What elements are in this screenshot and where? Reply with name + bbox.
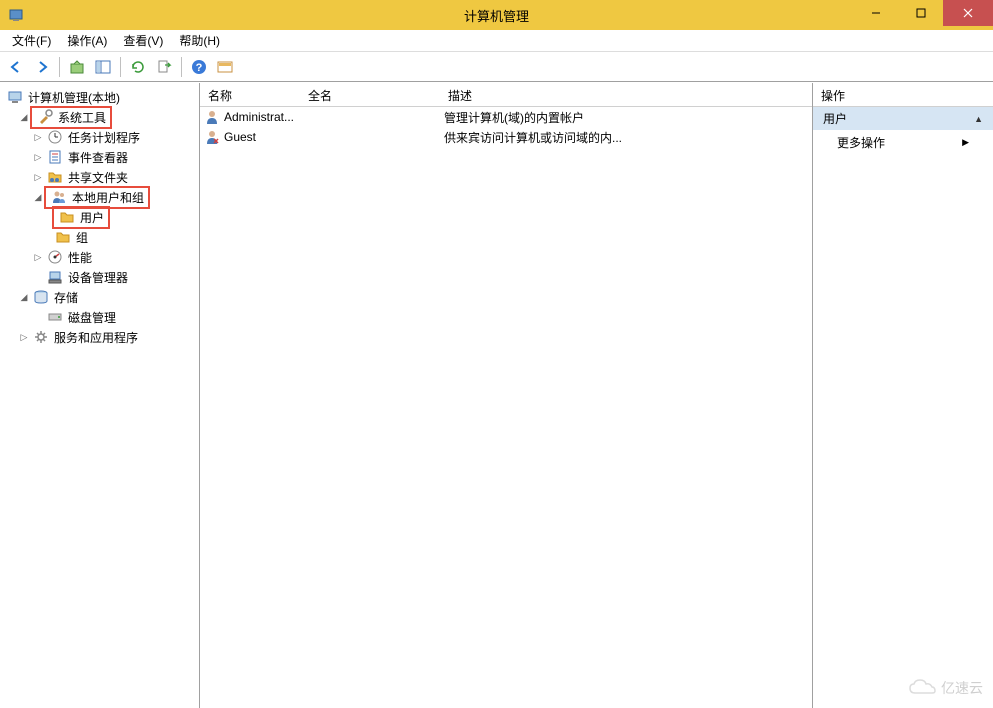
users-groups-icon [51, 189, 67, 205]
row-description: 供来宾访问计算机或访问域的内... [444, 129, 812, 146]
row-name: Administrat... [224, 110, 304, 124]
tree-label: 本地用户和组 [70, 188, 146, 207]
actions-more[interactable]: 更多操作 ▶ [813, 130, 993, 155]
tree-label: 组 [74, 228, 90, 247]
refresh-button[interactable] [126, 55, 150, 79]
svg-text:?: ? [196, 62, 203, 74]
menu-view[interactable]: 查看(V) [115, 30, 171, 51]
watermark: 亿速云 [907, 678, 983, 698]
expander-icon[interactable]: ◢ [18, 112, 30, 123]
tree-task-scheduler[interactable]: ▷ 任务计划程序 [4, 127, 195, 147]
list-panel: 名称 全名 描述 Administrat... 管理计算机(域)的内置帐户 Gu… [200, 83, 813, 708]
maximize-button[interactable] [898, 0, 943, 26]
expander-icon[interactable]: ▷ [32, 132, 44, 143]
tree-disk-management[interactable]: ▷ 磁盘管理 [4, 307, 195, 327]
tree-label: 用户 [78, 208, 106, 227]
cloud-icon [907, 678, 937, 698]
tree-performance[interactable]: ▷ 性能 [4, 247, 195, 267]
window-controls [853, 0, 993, 30]
menu-help[interactable]: 帮助(H) [171, 30, 228, 51]
tree-label: 事件查看器 [66, 148, 130, 167]
help-button[interactable]: ? [187, 55, 211, 79]
tree-label: 存储 [52, 288, 80, 307]
actions-header: 操作 [813, 83, 993, 107]
watermark-text: 亿速云 [941, 678, 983, 698]
device-icon [47, 269, 63, 285]
titlebar: 计算机管理 [0, 0, 993, 30]
tree-label: 任务计划程序 [66, 128, 142, 147]
app-icon [8, 7, 24, 23]
clock-icon [47, 129, 63, 145]
close-button[interactable] [943, 0, 993, 26]
tree-users[interactable]: 用户 [4, 207, 195, 227]
tree-groups[interactable]: 组 [4, 227, 195, 247]
list-row-guest[interactable]: Guest 供来宾访问计算机或访问域的内... [200, 127, 812, 147]
tree-label: 服务和应用程序 [52, 328, 140, 347]
folder-icon [55, 229, 71, 245]
toolbar: ? [0, 52, 993, 82]
expander-icon[interactable]: ▷ [32, 172, 44, 183]
event-icon [47, 149, 63, 165]
toolbar-separator [120, 57, 121, 77]
toolbar-separator [181, 57, 182, 77]
row-description: 管理计算机(域)的内置帐户 [444, 109, 812, 126]
expander-icon[interactable]: ▷ [32, 152, 44, 163]
services-icon [33, 329, 49, 345]
user-icon [204, 109, 220, 125]
list-row-administrator[interactable]: Administrat... 管理计算机(域)的内置帐户 [200, 107, 812, 127]
tree-label: 磁盘管理 [66, 308, 118, 327]
tree-label: 共享文件夹 [66, 168, 130, 187]
row-name: Guest [224, 130, 304, 144]
tree-local-users-groups[interactable]: ◢ 本地用户和组 [4, 187, 195, 207]
tools-icon [37, 109, 53, 125]
minimize-button[interactable] [853, 0, 898, 26]
user-icon [204, 129, 220, 145]
menu-action[interactable]: 操作(A) [59, 30, 115, 51]
back-button[interactable] [4, 55, 28, 79]
menu-file[interactable]: 文件(F) [4, 30, 59, 51]
forward-button[interactable] [30, 55, 54, 79]
shared-folder-icon [47, 169, 63, 185]
actions-group-users[interactable]: 用户 ▲ [813, 107, 993, 130]
folder-icon [59, 209, 75, 225]
tree-services-apps[interactable]: ▷ 服务和应用程序 [4, 327, 195, 347]
performance-icon [47, 249, 63, 265]
computer-icon [7, 89, 23, 105]
tree-label: 系统工具 [56, 108, 108, 127]
toolbar-separator [59, 57, 60, 77]
tree-label: 性能 [66, 248, 94, 267]
tree-storage[interactable]: ◢ 存储 [4, 287, 195, 307]
tree-device-manager[interactable]: ▷ 设备管理器 [4, 267, 195, 287]
storage-icon [33, 289, 49, 305]
tree-root[interactable]: 计算机管理(本地) [4, 87, 195, 107]
chevron-right-icon: ▶ [962, 137, 969, 148]
expander-icon[interactable]: ◢ [18, 292, 30, 303]
actions-panel: 操作 用户 ▲ 更多操作 ▶ [813, 83, 993, 708]
actions-more-label: 更多操作 [837, 134, 885, 151]
tree-event-viewer[interactable]: ▷ 事件查看器 [4, 147, 195, 167]
tree-label: 计算机管理(本地) [26, 88, 122, 107]
disk-icon [47, 309, 63, 325]
show-hide-tree-button[interactable] [91, 55, 115, 79]
tree-panel[interactable]: 计算机管理(本地) ◢ 系统工具 ▷ 任务计划程序 ▷ 事件查看器 ▷ 共享文件… [0, 83, 200, 708]
column-name[interactable]: 名称 [200, 83, 300, 106]
expander-icon[interactable]: ◢ [32, 192, 44, 203]
column-description[interactable]: 描述 [440, 83, 812, 106]
expander-icon[interactable]: ▷ [32, 252, 44, 263]
expander-icon[interactable]: ▷ [18, 332, 30, 343]
window-title: 计算机管理 [464, 6, 529, 25]
actions-group-label: 用户 [823, 110, 847, 127]
menubar: 文件(F) 操作(A) 查看(V) 帮助(H) [0, 30, 993, 52]
tree-shared-folders[interactable]: ▷ 共享文件夹 [4, 167, 195, 187]
up-button[interactable] [65, 55, 89, 79]
content-area: 计算机管理(本地) ◢ 系统工具 ▷ 任务计划程序 ▷ 事件查看器 ▷ 共享文件… [0, 82, 993, 708]
view-button[interactable] [213, 55, 237, 79]
export-button[interactable] [152, 55, 176, 79]
tree-system-tools[interactable]: ◢ 系统工具 [4, 107, 195, 127]
tree-label: 设备管理器 [66, 268, 130, 287]
collapse-icon: ▲ [974, 114, 983, 124]
column-fullname[interactable]: 全名 [300, 83, 440, 106]
list-header: 名称 全名 描述 [200, 83, 812, 107]
